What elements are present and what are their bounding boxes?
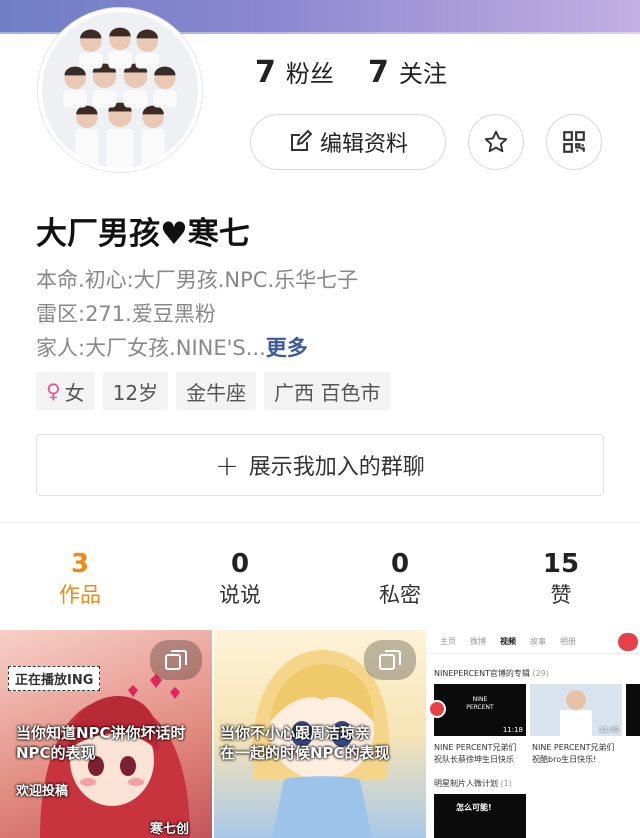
- mini-cap-1b: 祝队长蔡徐坤生日快乐: [434, 755, 514, 764]
- fans-stat[interactable]: 7 粉丝: [255, 54, 334, 90]
- mini-section-2-count: (1): [500, 779, 512, 788]
- edit-icon: [290, 130, 312, 151]
- star-icon: [484, 130, 508, 153]
- work-thumbnail-1[interactable]: 正在播放ING 当你知道NPC讲你坏话时 NPC的表现 欢迎投稿 寒七创: [0, 630, 212, 838]
- mini-video-4: 怎么可能!: [434, 794, 526, 838]
- mini-section-1: NINEPERCENT官博的专辑 (29): [434, 668, 549, 679]
- private-label: 私密: [379, 583, 421, 607]
- gender-label: 女: [64, 380, 85, 405]
- mini-tab-weibo: 微博: [470, 637, 486, 646]
- mini-record-icon: [428, 700, 446, 718]
- t1-caption-2: NPC的表现: [16, 744, 96, 762]
- qrcode-icon: [563, 131, 585, 153]
- work-thumbnail-3[interactable]: 主页 微博 视频 故事 相册 NINEPERCENT官博的专辑 (29) NIN…: [428, 630, 640, 838]
- mini-video-3: [626, 684, 640, 736]
- mini-section-2-title: 明星制片人微计划: [434, 779, 498, 788]
- profile-tags: ♀ 女 12岁 金牛座 广西 百色市: [36, 372, 391, 410]
- multi-image-badge: [150, 640, 202, 680]
- bio-line-3: 家人:大厂女孩.NINE'S...更多: [36, 332, 308, 362]
- work-thumbnail-2[interactable]: 当你不小心跟周洁琼亲 在一起的时候NPC的表现: [214, 630, 426, 838]
- mini-logo: NINE PERCENT: [466, 696, 494, 711]
- mini-face: [566, 690, 586, 710]
- mini-cap-1a: NINE PERCENT兄弟们: [434, 743, 517, 752]
- tab-posts[interactable]: 0 说说: [185, 548, 295, 610]
- fans-count: 7: [255, 55, 276, 90]
- following-count: 7: [368, 55, 389, 90]
- following-stat[interactable]: 7 关注: [368, 54, 447, 90]
- mini-section-2: 明星制片人微计划 (1): [434, 778, 512, 789]
- likes-count: 15: [542, 549, 580, 579]
- zodiac-tag: 金牛座: [176, 372, 257, 410]
- show-groups-label: 展示我加入的群聊: [248, 455, 425, 480]
- mini-tab-video: 视频: [500, 637, 516, 646]
- playing-tag: 正在播放ING: [8, 666, 101, 691]
- private-count: 0: [390, 549, 410, 579]
- fans-label: 粉丝: [285, 60, 334, 88]
- mini-video-1: NINE PERCENT 11:18: [434, 684, 526, 736]
- mini-time-2: 11:45: [598, 726, 619, 734]
- bio-line-1: 本命.初心:大厂男孩.NPC.乐华七子: [36, 268, 359, 292]
- copy-icon: [165, 650, 187, 670]
- mini-time-1: 11:18: [502, 726, 523, 734]
- tab-works[interactable]: 3 作品: [25, 548, 135, 610]
- likes-label: 赞: [550, 583, 572, 607]
- mini-cap-2a: NINE PERCENT兄弟们: [532, 743, 615, 752]
- bio-more-link[interactable]: 更多: [266, 336, 308, 360]
- works-label: 作品: [59, 583, 101, 607]
- mini-tab-story: 故事: [530, 637, 546, 646]
- mini-video-2: 11:45: [530, 684, 622, 736]
- age-tag: 12岁: [102, 372, 169, 410]
- bio-line-2: 雷区:271.爱豆黑粉: [36, 302, 216, 326]
- profile-name: 大厂男孩♥寒七: [36, 216, 250, 252]
- t2-caption-1: 当你不小心跟周洁琼亲: [220, 724, 371, 742]
- favorite-button[interactable]: [468, 114, 524, 170]
- mini-shirt: [560, 710, 592, 736]
- mini-box-3-text: 怎么可能!: [456, 803, 492, 812]
- tab-private[interactable]: 0 私密: [345, 548, 455, 610]
- mini-section-1-title: NINEPERCENT官博的专辑: [434, 669, 530, 678]
- female-icon: ♀: [46, 379, 61, 403]
- plus-icon: +: [215, 448, 239, 482]
- t2-caption-2: 在一起的时候NPC的表现: [220, 744, 390, 762]
- tab-likes[interactable]: 15 赞: [506, 548, 616, 610]
- edit-profile-label: 编辑资料: [319, 132, 408, 157]
- show-groups-button[interactable]: + 展示我加入的群聊: [36, 434, 604, 496]
- bio-line-3-text: 家人:大厂女孩.NINE'S...: [36, 336, 266, 360]
- t1-caption-3: 欢迎投稿: [16, 784, 69, 799]
- gender-tag: ♀ 女: [36, 372, 95, 410]
- copy-icon: [379, 650, 401, 670]
- mini-cap-2b: 祝酷bro生日快乐!: [532, 755, 597, 764]
- mini-section-1-count: (29): [532, 669, 549, 678]
- location-tag: 广西 百色市: [264, 372, 391, 410]
- mini-tab-album: 相册: [560, 637, 576, 646]
- mini-tab-home: 主页: [440, 637, 456, 646]
- mini-camera-icon: [618, 633, 638, 651]
- posts-count: 0: [230, 549, 250, 579]
- mini-nav: 主页 微博 视频 故事 相册: [428, 630, 640, 654]
- posts-label: 说说: [219, 583, 261, 607]
- following-label: 关注: [398, 60, 447, 88]
- t1-caption-1: 当你知道NPC讲你坏话时: [16, 724, 186, 742]
- divider: [0, 522, 640, 523]
- works-count: 3: [70, 549, 90, 579]
- avatar[interactable]: [38, 8, 202, 172]
- edit-profile-button[interactable]: 编辑资料: [250, 114, 446, 170]
- qrcode-button[interactable]: [546, 114, 602, 170]
- multi-image-badge: [364, 640, 416, 680]
- t1-signature: 寒七创: [150, 822, 190, 837]
